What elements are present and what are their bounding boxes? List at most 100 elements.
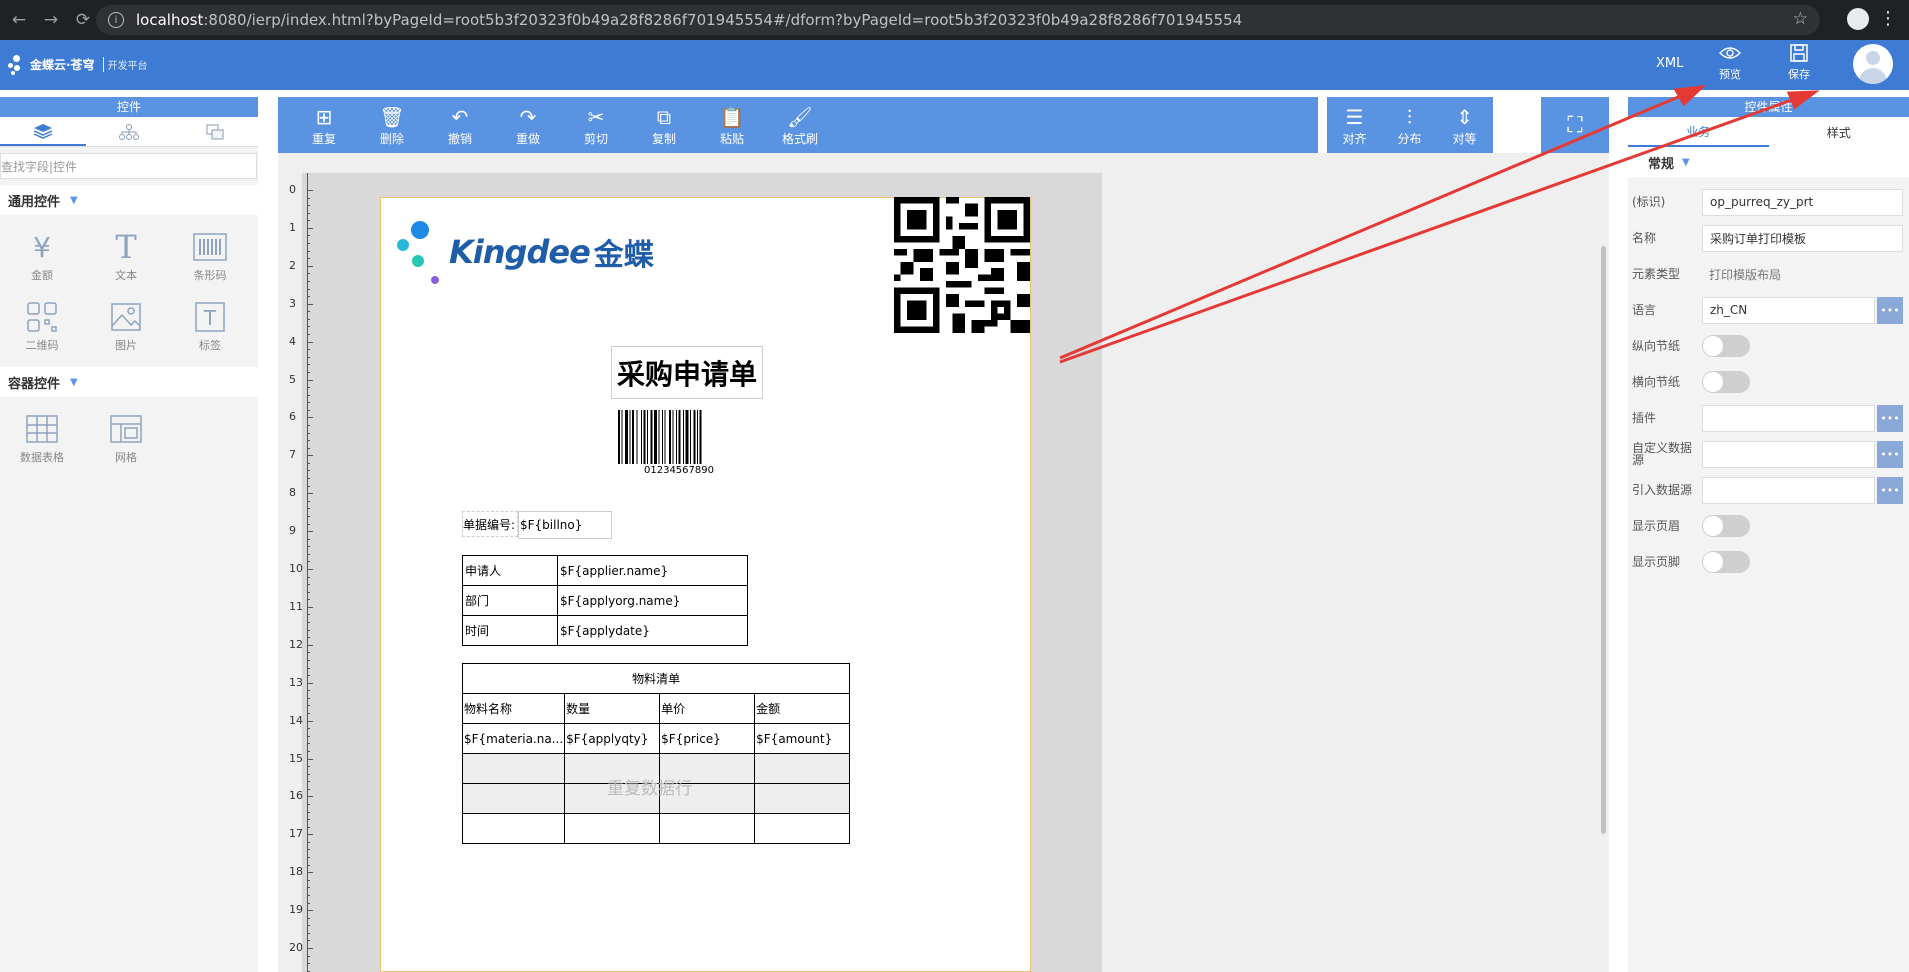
material-table-title[interactable]: 物料清单	[461, 663, 851, 694]
redo-button[interactable]: ↷ 重做	[494, 97, 562, 153]
browser-menu-icon[interactable]: ⋮	[1879, 8, 1897, 30]
table-cell-label[interactable]: 部门	[462, 585, 558, 616]
ruler-minor-tick	[307, 462, 310, 464]
tab-style[interactable]: 样式	[1769, 117, 1909, 147]
id-field[interactable]: op_purreq_zy_prt	[1702, 188, 1903, 216]
info-icon[interactable]: i	[108, 12, 124, 28]
preview-button[interactable]: 预览	[1708, 44, 1752, 82]
table-cell[interactable]: $F{applyqty}	[564, 723, 661, 754]
custom-datasource-field[interactable]	[1702, 440, 1875, 468]
prop-show-header: 显示页眉	[1632, 511, 1909, 541]
widget-data-table[interactable]: 数据表格	[0, 403, 84, 473]
document-title[interactable]: 采购申请单	[611, 346, 763, 399]
column-header[interactable]: 金额	[754, 693, 851, 724]
ellipsis-button[interactable]: •••	[1877, 404, 1903, 432]
table-cell[interactable]: $F{materia.na...	[461, 723, 566, 754]
name-field[interactable]: 采购订单打印模板	[1702, 224, 1903, 252]
ruler-minor-tick	[307, 220, 310, 222]
applicant-info-table[interactable]: 申请人 $F{applier.name} 部门 $F{applyorg.name…	[462, 555, 748, 646]
column-header[interactable]: 物料名称	[461, 693, 566, 724]
ruler-minor-tick	[307, 864, 310, 866]
container-controls-section[interactable]: 容器控件 ▼	[0, 367, 258, 397]
column-header[interactable]: 单价	[659, 693, 756, 724]
ruler-minor-tick	[307, 591, 310, 593]
material-table[interactable]: 物料清单 物料名称 数量 单价 金额 $F{materia.na... $F{a…	[461, 663, 851, 844]
widget-label-control[interactable]: T 标签	[168, 291, 252, 361]
barcode-bar	[647, 410, 648, 464]
table-cell-value[interactable]: $F{applydate}	[557, 615, 748, 646]
table-cell-label[interactable]: 申请人	[462, 555, 558, 586]
ellipsis-button[interactable]: •••	[1877, 296, 1903, 324]
equalize-button[interactable]: ⇕ 对等	[1437, 97, 1492, 153]
layers-tab-icon[interactable]	[0, 117, 86, 146]
ruler-minor-tick	[307, 364, 310, 366]
ruler-minor-tick	[307, 409, 310, 411]
repeat-button[interactable]: ⊞ 重复	[290, 97, 358, 153]
bookmark-star-icon[interactable]: ☆	[1793, 9, 1808, 29]
table-cell[interactable]: $F{price}	[659, 723, 756, 754]
widget-amount[interactable]: ¥ 金额	[0, 221, 84, 291]
ellipsis-button[interactable]: •••	[1877, 476, 1903, 504]
copy-tab-icon[interactable]	[172, 117, 258, 146]
billno-field[interactable]: $F{billno}	[518, 511, 612, 539]
general-controls-section[interactable]: 通用控件 ▼	[0, 185, 258, 215]
table-cell-label[interactable]: 时间	[462, 615, 558, 646]
cut-label: 剪切	[583, 131, 608, 146]
tab-business[interactable]: 业务	[1628, 117, 1769, 147]
cut-button[interactable]: ✂ 剪切	[562, 97, 630, 153]
column-header[interactable]: 数量	[564, 693, 661, 724]
barcode-number: 01234567890	[644, 465, 714, 476]
plugin-field[interactable]	[1702, 404, 1875, 432]
widget-image[interactable]: 图片	[84, 291, 168, 361]
table-cell[interactable]	[659, 813, 756, 844]
ruler-minor-tick	[307, 720, 313, 722]
kingdee-logo-image[interactable]: Kingdee 金蝶	[395, 219, 654, 285]
ellipsis-button[interactable]: •••	[1877, 440, 1903, 468]
forward-icon[interactable]: →	[38, 7, 64, 33]
xml-button[interactable]: XML	[1656, 56, 1683, 71]
table-cell[interactable]	[754, 783, 851, 814]
address-bar[interactable]: i localhost:8080/ierp/index.html?byPageI…	[96, 5, 1820, 35]
barcode-bar	[625, 410, 628, 464]
general-props-section[interactable]: 常规 ▼	[1628, 147, 1909, 177]
table-cell[interactable]	[754, 753, 851, 784]
table-cell-value[interactable]: $F{applier.name}	[557, 555, 748, 586]
widget-grid-control[interactable]: 网格	[84, 403, 168, 473]
controls-search-input[interactable]: 查找字段|控件	[0, 153, 257, 179]
copy-button[interactable]: ⧉ 复制	[630, 97, 698, 153]
format-painter-button[interactable]: 🖌 格式刷	[766, 97, 834, 153]
show-header-toggle[interactable]	[1702, 515, 1750, 537]
qrcode-image[interactable]	[894, 197, 1030, 333]
save-button[interactable]: 保存	[1777, 44, 1821, 82]
undo-button[interactable]: ↶ 撤销	[426, 97, 494, 153]
align-button[interactable]: ☰ 对齐	[1327, 97, 1382, 153]
reload-icon[interactable]: ⟳	[70, 7, 96, 33]
billno-label[interactable]: 单据编号:	[462, 511, 518, 537]
widget-barcode[interactable]: 条形码	[168, 221, 252, 291]
canvas-scrollbar[interactable]	[1601, 246, 1606, 834]
user-avatar[interactable]	[1853, 44, 1893, 84]
widget-qrcode[interactable]: 二维码	[0, 291, 84, 361]
table-cell[interactable]	[461, 813, 566, 844]
table-cell[interactable]	[461, 753, 566, 784]
distribute-button[interactable]: ⫶ 分布	[1382, 97, 1437, 153]
tree-tab-icon[interactable]	[86, 117, 172, 146]
ref-datasource-field[interactable]	[1702, 476, 1875, 504]
barcode-image[interactable]	[617, 410, 741, 466]
horizontal-save-toggle[interactable]	[1702, 371, 1750, 393]
widget-text[interactable]: T 文本	[84, 221, 168, 291]
vertical-save-toggle[interactable]	[1702, 335, 1750, 357]
table-cell[interactable]	[461, 783, 566, 814]
back-icon[interactable]: ←	[6, 7, 32, 33]
language-field[interactable]: zh_CN	[1702, 296, 1875, 324]
prop-label: 自定义数据源	[1632, 441, 1693, 467]
paste-button[interactable]: 📋 粘贴	[698, 97, 766, 153]
table-cell[interactable]	[754, 813, 851, 844]
table-cell[interactable]: $F{amount}	[754, 723, 851, 754]
table-cell[interactable]	[564, 813, 661, 844]
delete-button[interactable]: 🗑 删除	[358, 97, 426, 153]
fullscreen-button[interactable]: ⛶	[1541, 97, 1609, 153]
show-footer-toggle[interactable]	[1702, 551, 1750, 573]
browser-profile-icon[interactable]	[1847, 8, 1869, 30]
table-cell-value[interactable]: $F{applyorg.name}	[557, 585, 748, 616]
